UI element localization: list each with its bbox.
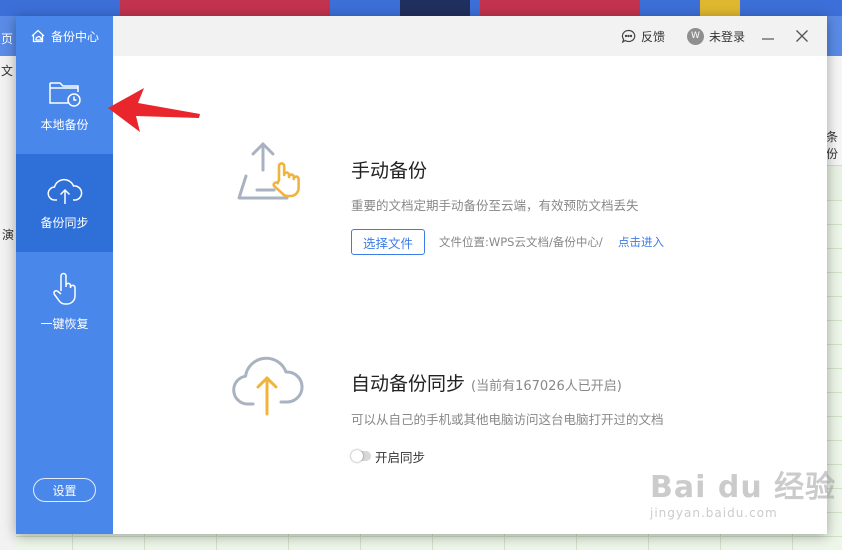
background-menu-text: 文 xyxy=(1,64,14,78)
sidebar-item-label: 本地备份 xyxy=(40,117,89,132)
close-button[interactable] xyxy=(791,25,813,47)
cloud-upload-icon xyxy=(47,178,82,204)
sidebar-item-backup-sync[interactable]: 备份同步 xyxy=(16,154,113,252)
auto-sync-title: 自动备份同步 (当前有167026人已开启) xyxy=(351,369,622,396)
manual-backup-description: 重要的文档定期手动备份至云端，有效预防文档丢失 xyxy=(351,198,639,213)
background-right-text: 条份 xyxy=(826,130,839,161)
enter-location-link[interactable]: 点击进入 xyxy=(618,234,664,250)
sidebar-item-label: 备份同步 xyxy=(40,215,89,230)
baidu-jingyan-watermark: Bai du 经验 jingyan.baidu.com xyxy=(650,462,836,520)
upload-hand-icon xyxy=(237,142,300,200)
sidebar: 备份中心 本地备份 备份同步 一键恢复 设置 xyxy=(16,16,113,534)
feedback-label: 反馈 xyxy=(640,29,665,44)
background-tab xyxy=(120,0,330,16)
sidebar-item-label: 一键恢复 xyxy=(40,316,89,331)
login-label: 未登录 xyxy=(708,29,745,44)
manual-backup-title: 手动备份 xyxy=(351,160,428,182)
auto-sync-description: 可以从自己的手机或其他电脑访问这台电脑打开过的文档 xyxy=(351,412,664,427)
home-cloud-icon xyxy=(31,29,45,43)
avatar: W xyxy=(686,27,704,45)
background-tab xyxy=(480,0,640,16)
close-icon xyxy=(796,30,808,42)
sync-toggle[interactable] xyxy=(351,450,371,462)
hand-touch-icon xyxy=(52,272,76,305)
feedback-button[interactable]: 反馈 xyxy=(621,28,665,45)
auto-sync-subtitle: (当前有167026人已开启) xyxy=(471,379,622,394)
dialog-title-bar: 反馈 W 未登录 xyxy=(113,16,827,56)
red-arrow-annotation xyxy=(108,88,200,132)
background-tab xyxy=(400,0,470,16)
settings-button[interactable]: 设置 xyxy=(33,478,96,502)
cloud-upload-icon xyxy=(232,356,304,416)
chat-bubble-icon xyxy=(621,29,636,43)
sidebar-item-local-backup[interactable]: 本地备份 xyxy=(16,56,113,154)
folder-clock-icon xyxy=(48,81,81,107)
background-side-text: 演 xyxy=(2,228,15,242)
auto-sync-title-text: 自动备份同步 xyxy=(351,373,466,395)
minimize-button[interactable] xyxy=(757,25,779,47)
sidebar-header: 备份中心 xyxy=(16,16,113,56)
login-button[interactable]: W 未登录 xyxy=(686,27,745,45)
sidebar-title: 备份中心 xyxy=(50,29,99,44)
choose-file-button[interactable]: 选择文件 xyxy=(351,229,426,255)
background-tab-text: 页 xyxy=(1,32,14,46)
file-location-text: 文件位置:WPS云文档/备份中心/ xyxy=(439,235,603,249)
sidebar-item-one-click-restore[interactable]: 一键恢复 xyxy=(16,252,113,350)
background-tab xyxy=(700,0,740,16)
watermark-main-text: Bai du 经验 xyxy=(650,470,837,505)
background-left-strip xyxy=(0,56,16,550)
minimize-icon xyxy=(762,38,774,40)
watermark-sub-text: jingyan.baidu.com xyxy=(650,506,778,520)
sync-toggle-label: 开启同步 xyxy=(375,450,426,465)
